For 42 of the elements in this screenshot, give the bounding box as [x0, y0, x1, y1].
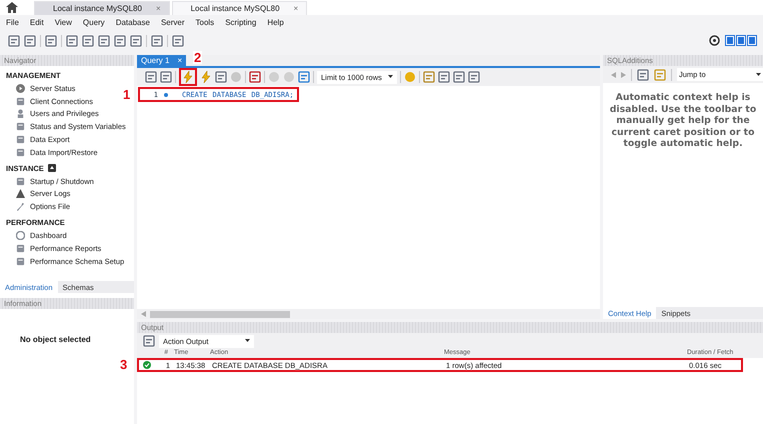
menu-item[interactable]: Edit — [30, 18, 44, 27]
menu-item[interactable]: Database — [116, 18, 150, 27]
settings-icon[interactable] — [709, 35, 720, 46]
caret-icon — [388, 75, 393, 79]
toolbar-icon[interactable] — [130, 34, 142, 46]
window-tab[interactable]: Local instance MySQL80 × — [172, 1, 308, 15]
query-tab[interactable]: Query 1 × — [137, 55, 186, 66]
lightning-icon[interactable] — [182, 71, 194, 83]
window-tab[interactable]: Local instance MySQL80 × — [34, 1, 170, 15]
toolbar-icon[interactable] — [66, 34, 78, 46]
toolbar-icon[interactable] — [82, 34, 94, 46]
menu-item[interactable]: Help — [267, 18, 284, 27]
layout-button[interactable] — [747, 35, 757, 46]
toolbar-icon[interactable] — [8, 34, 20, 46]
caret-icon — [245, 339, 250, 343]
execute-button[interactable] — [179, 68, 197, 86]
toolbar-icon[interactable] — [151, 34, 163, 46]
info-text: No object selected — [19, 334, 92, 344]
menu-item[interactable]: File — [6, 18, 19, 27]
menu-item[interactable]: Query — [82, 18, 105, 27]
toolbar-icon[interactable] — [98, 34, 110, 46]
user-icon — [16, 109, 25, 118]
step-number: 2 — [193, 51, 202, 64]
menu-item[interactable]: Server — [160, 18, 184, 27]
menu-item[interactable]: View — [54, 18, 72, 27]
layout-button[interactable] — [725, 35, 735, 46]
instance-icon — [48, 164, 56, 172]
menu-item[interactable]: Scripting — [225, 18, 256, 27]
lightning-icon[interactable] — [200, 71, 212, 83]
toolbar-icon[interactable] — [24, 34, 36, 46]
caret-icon — [756, 72, 761, 76]
step-number: 3 — [119, 358, 128, 371]
toolbar-icon[interactable] — [45, 34, 57, 46]
toolbar-icon[interactable] — [114, 34, 126, 46]
home-icon[interactable] — [6, 2, 18, 13]
step-number: 1 — [122, 88, 132, 101]
layout-button[interactable] — [736, 35, 746, 46]
menu-item[interactable]: Tools — [196, 18, 214, 27]
help-text: Automatic context help is disabled. Use the toolbar to manually get help for the current caret position or to toggle automatic help. — [608, 91, 758, 152]
play-icon — [16, 84, 25, 93]
warning-icon — [16, 189, 25, 198]
toolbar-icon[interactable] — [172, 34, 184, 46]
